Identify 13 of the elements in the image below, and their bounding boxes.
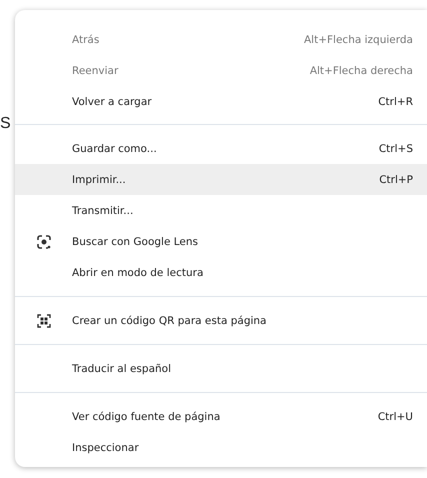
menu-item[interactable]: Buscar con Google Lens (15, 226, 427, 257)
qr-code-icon (37, 314, 51, 328)
camera-search-icon (37, 234, 51, 248)
menu-item[interactable]: Abrir en modo de lectura (15, 257, 427, 288)
page-text: S (0, 115, 11, 133)
menu-item[interactable]: Ver código fuente de página Ctrl+U (15, 401, 427, 432)
menu-item[interactable]: Volver a cargar Ctrl+R (15, 86, 427, 117)
menu-item[interactable]: Inspeccionar (15, 432, 427, 463)
menu-item[interactable]: Traducir al español (15, 353, 427, 384)
menu-item[interactable]: Imprimir... Ctrl+P (15, 164, 427, 195)
menu-item[interactable]: Crear un código QR para esta página (15, 305, 427, 336)
menu-item[interactable]: Guardar como... Ctrl+S (15, 133, 427, 164)
menu-item[interactable]: Transmitir... (15, 195, 427, 226)
